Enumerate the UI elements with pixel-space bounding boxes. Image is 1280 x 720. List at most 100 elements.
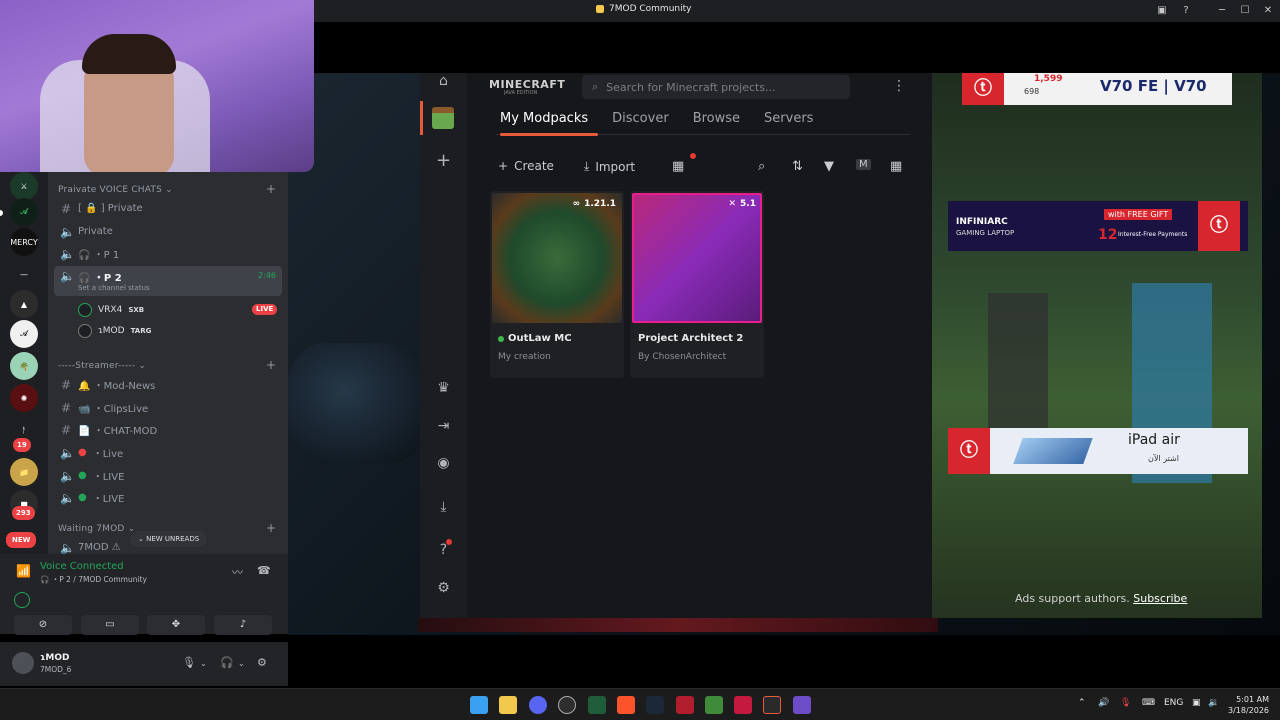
channel-p1[interactable]: 🔈 🎧 ・P 1: [54, 243, 282, 264]
minimize-button[interactable]: ─: [1214, 3, 1230, 19]
add-channel-icon[interactable]: +: [266, 521, 276, 535]
crown-icon[interactable]: ♛: [435, 380, 452, 397]
activities-button[interactable]: ✥: [147, 615, 205, 635]
screen-share-button[interactable]: ▭: [81, 615, 139, 635]
category-waiting[interactable]: Waiting 7MOD ⌄: [58, 524, 135, 534]
voice-user[interactable]: VRX4 SXB: [78, 301, 144, 319]
voice-channel-link[interactable]: 🎧 ・P 2 / 7MOD Community: [40, 574, 147, 585]
import-button[interactable]: ⤓ Import: [584, 159, 635, 174]
create-button[interactable]: + Create: [498, 159, 554, 173]
sort-icon[interactable]: ⇅: [792, 159, 803, 174]
category-private-voice[interactable]: Praivate VOICE CHATS ⌄: [58, 185, 173, 195]
soundboard-button[interactable]: ♪: [214, 615, 272, 635]
settings-gear-icon[interactable]: ⚙: [257, 656, 267, 669]
xbox-icon[interactable]: [588, 696, 606, 714]
volume-icon[interactable]: 🔉: [1208, 698, 1219, 708]
close-button[interactable]: ✕: [1260, 3, 1276, 19]
channel-live-3[interactable]: 🔈 ● ・LIVE: [54, 487, 282, 508]
add-channel-icon[interactable]: +: [266, 358, 276, 372]
help-icon[interactable]: ?: [1178, 3, 1194, 19]
chevron-down-icon[interactable]: ⌄: [238, 659, 245, 668]
compact-view-icon[interactable]: M: [856, 159, 871, 170]
maximize-button[interactable]: ☐: [1237, 3, 1253, 19]
channel-private[interactable]: 🔈 Private: [54, 221, 282, 242]
tab-servers[interactable]: Servers: [764, 111, 813, 126]
server-icon[interactable]: ▲: [10, 290, 38, 318]
search-input[interactable]: ⌕ Search for Minecraft projects...: [582, 75, 850, 99]
minecraft-cube-icon[interactable]: [432, 107, 454, 129]
tab-discover[interactable]: Discover: [612, 111, 669, 126]
grid-qr-icon[interactable]: ▦: [672, 159, 684, 174]
discord-icon[interactable]: [529, 696, 547, 714]
disconnect-icon[interactable]: ☎: [257, 564, 271, 577]
server-icon[interactable]: ⚔: [10, 172, 38, 200]
tab-browse[interactable]: Browse: [693, 111, 740, 126]
login-icon[interactable]: ⇥: [435, 418, 452, 435]
download-icon[interactable]: ⤓: [435, 499, 452, 516]
channel-p2[interactable]: 🔈 🎧 ・P 2 2:46 Set a channel status: [54, 266, 282, 296]
channel-mod-news[interactable]: # 🔔 ・Mod-News: [54, 374, 282, 395]
filter-icon[interactable]: ▼: [824, 159, 834, 174]
headphones-icon[interactable]: 🎧: [220, 656, 234, 669]
speaker-icon[interactable]: 🔊: [1098, 698, 1109, 708]
server-icon[interactable]: 𝓐: [10, 198, 38, 226]
channel-live[interactable]: 🔈 ● ・Live: [54, 442, 282, 463]
search-icon[interactable]: ⌕: [758, 159, 765, 174]
ad-banner-ipad[interactable]: ⓣ iPad air اشتر الآن: [948, 428, 1248, 474]
chatgpt-icon[interactable]: [558, 696, 576, 714]
modpack-card[interactable]: ∞ 1.21.1 OutLaw MC My creation: [490, 191, 624, 378]
tray-chevron-icon[interactable]: ⌃: [1078, 698, 1086, 708]
voice-user[interactable]: ɿMOD TARG: [78, 322, 151, 340]
channel-status[interactable]: Set a channel status: [78, 284, 150, 292]
inbox-icon[interactable]: ▣: [1154, 3, 1170, 19]
brave-icon[interactable]: [617, 696, 635, 714]
server-icon[interactable]: 🌴: [10, 352, 38, 380]
grid-view-icon[interactable]: ▦: [890, 159, 902, 174]
ad-banner-laptop[interactable]: INFINIARC GAMING LAPTOP with FREE GIFT 1…: [948, 201, 1248, 251]
language-indicator[interactable]: ENG: [1164, 698, 1183, 708]
modpack-card[interactable]: ✕ 5.1 Project Architect 2 By ChosenArchit…: [630, 191, 764, 378]
activity-avatar[interactable]: [14, 592, 30, 608]
launcher-taskbar-icon[interactable]: [763, 696, 781, 714]
new-badge[interactable]: NEW: [6, 532, 37, 548]
app-icon[interactable]: [734, 696, 752, 714]
home-icon[interactable]: ⌂: [435, 73, 452, 90]
subscribe-link[interactable]: Subscribe: [1133, 592, 1187, 605]
file-explorer-icon[interactable]: [499, 696, 517, 714]
channel-clipslive[interactable]: # 📹 ・ClipsLive: [54, 397, 282, 418]
microphone-icon[interactable]: 🎙: [182, 656, 196, 669]
voice-connected-label[interactable]: Voice Connected: [40, 561, 124, 572]
chevron-down-icon[interactable]: ⌄: [200, 659, 207, 668]
add-channel-icon[interactable]: +: [266, 182, 276, 196]
server-icon[interactable]: 𝓐: [10, 320, 38, 348]
more-options-icon[interactable]: ⋮: [892, 78, 906, 94]
version-badge: ✕ 5.1: [729, 199, 757, 209]
obs-icon[interactable]: [793, 696, 811, 714]
camera-off-button[interactable]: ⊘: [14, 615, 72, 635]
server-icon[interactable]: MERCY: [10, 228, 38, 256]
taskbar-clock[interactable]: 5:01 AM 3/18/2026: [1228, 694, 1269, 716]
channel-live-2[interactable]: 🔈 ● ・LIVE: [54, 465, 282, 486]
folder-icon[interactable]: 📁: [10, 458, 38, 486]
keyboard-icon[interactable]: ⌨: [1142, 698, 1155, 708]
add-icon[interactable]: +: [435, 152, 452, 170]
settings-gear-icon[interactable]: ⚙: [435, 580, 452, 597]
app-icon[interactable]: [676, 696, 694, 714]
steam-icon[interactable]: [646, 696, 664, 714]
signal-icon[interactable]: 📶: [16, 564, 31, 578]
start-icon[interactable]: [470, 696, 488, 714]
tab-my-modpacks[interactable]: My Modpacks: [500, 111, 588, 126]
discord-icon[interactable]: ◉: [435, 455, 452, 472]
category-streamer[interactable]: -----Streamer----- ⌄: [58, 361, 146, 371]
microphone-icon[interactable]: 🎙: [1120, 698, 1131, 708]
channel-chat-mod[interactable]: # 📄 ・CHAT-MOD: [54, 419, 282, 440]
minecraft-icon[interactable]: [705, 696, 723, 714]
server-icon[interactable]: ✺: [10, 384, 38, 412]
channel-private-locked[interactable]: # [ 🔒 ] Private: [54, 198, 282, 219]
avatar[interactable]: [12, 652, 34, 674]
ad-banner-phone[interactable]: ⓣ 1,599 698 V70 FE | V70: [962, 73, 1232, 105]
server-icon[interactable]: —: [10, 260, 38, 288]
new-unreads-button[interactable]: ⌄ NEW UNREADS: [130, 531, 208, 547]
noise-suppression-icon[interactable]: 〰: [232, 564, 243, 580]
display-icon[interactable]: ▣: [1192, 698, 1201, 708]
